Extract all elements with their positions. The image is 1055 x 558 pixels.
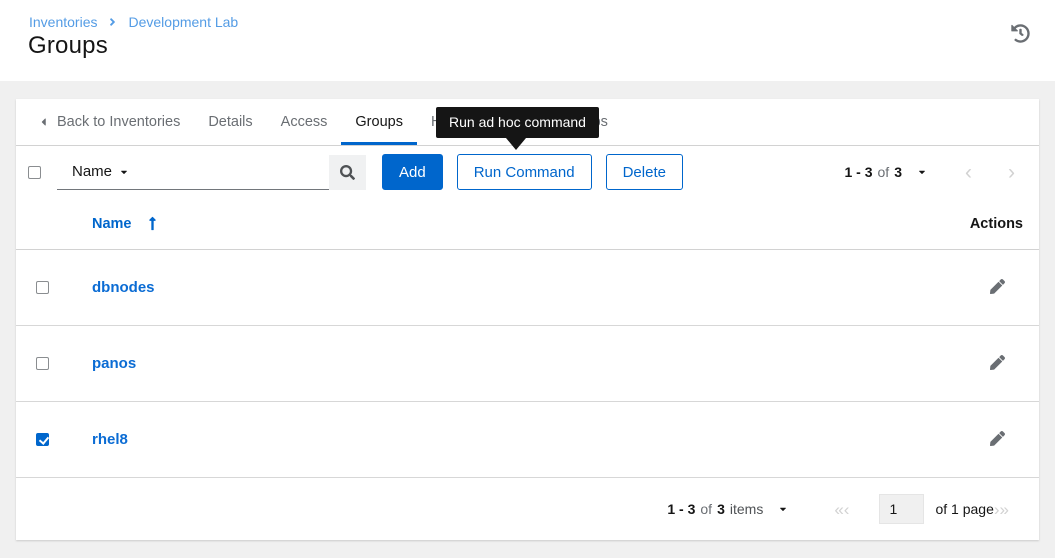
pagination-total: 3 — [894, 164, 902, 180]
table-header: Name Actions — [16, 198, 1039, 250]
edit-group-button[interactable] — [986, 275, 1009, 301]
run-ad-hoc-tooltip: Run ad hoc command — [436, 107, 599, 150]
sort-ascending-icon — [148, 216, 156, 231]
next-page-icon[interactable]: › — [1008, 162, 1015, 183]
footer-range: 1 - 3 — [667, 501, 696, 517]
table-row: dbnodes — [16, 250, 1039, 326]
breadcrumb-development-lab-link[interactable]: Development Lab — [128, 14, 238, 30]
page-number-input[interactable] — [879, 494, 925, 524]
tab-details[interactable]: Details — [194, 99, 266, 145]
pagination-range: 1 - 3 — [844, 164, 873, 180]
group-link[interactable]: panos — [92, 355, 136, 372]
history-icon[interactable] — [1009, 24, 1031, 46]
pencil-icon — [989, 354, 1006, 370]
run-command-button[interactable]: Run Command — [456, 154, 592, 190]
select-all-checkbox[interactable] — [28, 165, 41, 179]
row-checkbox[interactable] — [36, 281, 49, 294]
row-checkbox[interactable] — [36, 357, 49, 370]
groups-panel: Back to Inventories Details Access Group… — [16, 99, 1039, 540]
tab-groups[interactable]: Groups — [341, 99, 417, 145]
tab-bar: Back to Inventories Details Access Group… — [16, 99, 1039, 150]
breadcrumb: Inventories Development Lab — [29, 14, 238, 30]
edit-group-button[interactable] — [986, 351, 1009, 377]
breadcrumb-separator-icon — [108, 16, 117, 28]
items-per-page-dropdown[interactable] — [776, 502, 790, 516]
pencil-icon — [989, 278, 1006, 294]
delete-button[interactable]: Delete — [605, 154, 683, 190]
group-link[interactable]: dbnodes — [92, 279, 155, 296]
group-link[interactable]: rhel8 — [92, 431, 128, 448]
per-page-dropdown[interactable] — [915, 165, 929, 179]
search-key-select[interactable]: Name — [57, 154, 139, 190]
add-button[interactable]: Add — [382, 154, 443, 190]
prev-page-icon[interactable]: ‹ — [844, 501, 850, 518]
breadcrumb-inventories-link[interactable]: Inventories — [29, 14, 97, 30]
search-icon — [340, 164, 355, 180]
name-column-header[interactable]: Name — [92, 216, 158, 232]
footer-total: 3 — [717, 501, 725, 517]
page-count-label: of 1 page — [935, 501, 994, 517]
chevron-down-icon — [119, 167, 129, 177]
back-to-inventories-link[interactable]: Back to Inventories — [25, 99, 194, 145]
first-page-icon[interactable]: « — [834, 501, 843, 518]
last-page-icon[interactable]: » — [1000, 501, 1009, 518]
top-pagination: 1 - 3 of 3 ‹ › — [844, 160, 1016, 184]
bottom-pagination: 1 - 3 of 3 items « ‹ of 1 page › » — [16, 478, 1039, 540]
chevron-down-icon — [919, 170, 925, 175]
pencil-icon — [989, 430, 1006, 446]
search-input[interactable] — [139, 154, 329, 190]
tab-access[interactable]: Access — [267, 99, 342, 145]
actions-column-header: Actions — [969, 215, 1023, 232]
page-header: Inventories Development Lab Groups — [0, 0, 1055, 81]
prev-page-icon[interactable]: ‹ — [965, 162, 972, 183]
table-row: rhel8 — [16, 402, 1039, 478]
search-button[interactable] — [329, 154, 366, 190]
edit-group-button[interactable] — [986, 427, 1009, 453]
toolbar: Name Add Run Command Delete 1 - 3 of 3 ‹ — [16, 146, 1039, 198]
chevron-down-icon — [780, 507, 787, 512]
groups-page: Inventories Development Lab Groups Back … — [0, 0, 1055, 558]
table-row: panos — [16, 326, 1039, 402]
page-title: Groups — [28, 32, 108, 59]
caret-left-icon — [41, 118, 46, 126]
row-checkbox[interactable] — [36, 433, 49, 446]
